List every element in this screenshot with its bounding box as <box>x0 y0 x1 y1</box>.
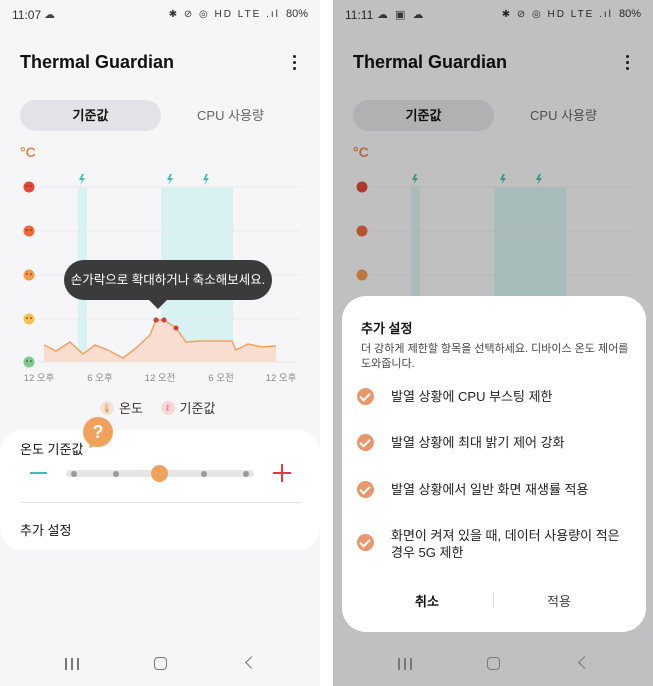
x-tick-label: 12 오후 <box>266 373 297 384</box>
navigation-bar <box>0 652 320 682</box>
increase-threshold-button[interactable] <box>273 464 291 482</box>
threshold-icon: ℓ <box>160 400 175 415</box>
help-icon[interactable]: ? <box>83 417 113 447</box>
x-tick-label: 12 오전 <box>145 373 176 384</box>
sheet-title: 추가 설정 <box>361 321 413 336</box>
recent-apps-icon[interactable] <box>398 658 412 670</box>
sheet-description: 더 강하게 제한할 항목을 선택하세요. 디바이스 온도 제어를 도와줍니다. <box>361 343 629 370</box>
slider-step <box>71 471 77 477</box>
legend-threshold: 기준값 <box>179 401 216 416</box>
more-options-icon[interactable] <box>286 52 302 72</box>
divider <box>20 502 301 503</box>
status-bar: 11:07 ☁ ✱ ⊘ ◎ HD LTE .ıl 80% <box>0 0 320 28</box>
cancel-button[interactable]: 취소 <box>415 591 439 610</box>
threshold-label: 온도 기준값 <box>20 442 84 457</box>
home-icon[interactable] <box>487 657 500 670</box>
decrease-threshold-button[interactable] <box>30 472 47 474</box>
x-tick-label: 6 오전 <box>208 373 233 384</box>
option-label: 발열 상황에서 일반 화면 재생률 적용 <box>391 482 589 497</box>
slider-step <box>201 471 207 477</box>
back-icon[interactable] <box>245 656 258 669</box>
temperature-level-icons <box>23 181 35 368</box>
notification-icons: ☁ <box>44 9 57 21</box>
x-tick-label: 6 오후 <box>87 373 113 384</box>
option-label: 발열 상황에 최대 밝기 제어 강화 <box>391 435 565 450</box>
slider-step <box>113 471 119 477</box>
recent-apps-icon[interactable] <box>65 658 79 670</box>
legend-temperature: 온도 <box>119 401 143 416</box>
charging-icon <box>79 174 209 185</box>
extra-settings-item[interactable]: 추가 설정 <box>20 520 71 539</box>
settings-dialog-screen: 11:11 ☁ ▣ ☁ ✱ ⊘ ◎ HD LTE .ıl 80% Thermal… <box>333 0 653 686</box>
button-separator <box>493 593 494 607</box>
tab-threshold[interactable]: 기준값 <box>20 100 161 131</box>
app-title: Thermal Guardian <box>20 52 175 72</box>
chart-legend: 🌡 온도 ℓ 기준값 <box>100 398 215 417</box>
tooltip-tail <box>149 300 167 309</box>
zoom-hint-tooltip: 손가락으로 확대하거나 축소해보세요. <box>64 260 272 300</box>
back-icon[interactable] <box>578 656 591 669</box>
option-label: 발열 상황에 CPU 부스팅 제한 <box>391 389 553 404</box>
checkbox-checked-icon[interactable] <box>357 481 374 498</box>
home-icon[interactable] <box>154 657 167 670</box>
option-label: 화면이 켜져 있을 때, 데이터 사용량이 적은 경우 5G 제한 <box>391 528 620 560</box>
main-screen: 11:07 ☁ ✱ ⊘ ◎ HD LTE .ıl 80% Thermal Gua… <box>0 0 320 686</box>
checkbox-checked-icon[interactable] <box>357 434 374 451</box>
slider-step <box>243 471 249 477</box>
tab-cpu-usage[interactable]: CPU 사용량 <box>160 100 301 131</box>
signal-icons: ✱ ⊘ ◎ HD LTE .ıl <box>168 9 280 20</box>
checkbox-checked-icon[interactable] <box>357 388 374 405</box>
navigation-bar <box>333 652 653 682</box>
battery-level: 80% <box>285 8 308 20</box>
thermometer-icon: 🌡 <box>100 400 114 415</box>
checkbox-checked-icon[interactable] <box>357 534 374 551</box>
slider-thumb[interactable] <box>151 465 168 482</box>
x-tick-label: 12 오후 <box>24 373 55 384</box>
system-icons: ✱ ⊘ ◎ HD LTE .ıl 80% <box>169 8 308 20</box>
apply-button[interactable]: 적용 <box>547 591 571 610</box>
status-time: 11:07 <box>12 8 42 22</box>
